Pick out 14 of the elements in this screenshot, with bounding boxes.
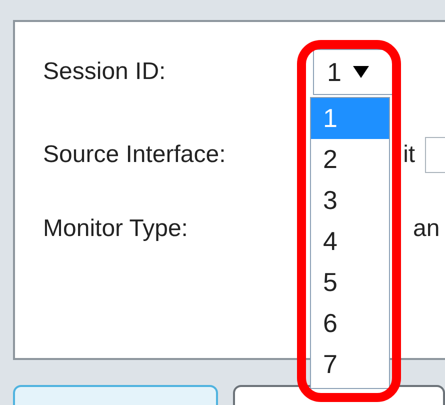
dropdown-option[interactable]: 3 (311, 180, 389, 221)
dropdown-option[interactable]: 6 (311, 303, 389, 344)
input-field[interactable] (425, 137, 445, 173)
partial-value: it (403, 140, 416, 170)
dropdown-option[interactable]: 7 (311, 344, 389, 385)
field-label: Session ID: (43, 57, 167, 87)
caret-icon (353, 66, 370, 78)
partial-value: an (413, 214, 440, 244)
dropdown-option[interactable]: 2 (311, 139, 389, 180)
field-label: Monitor Type: (43, 214, 189, 244)
dropdown-option[interactable]: 4 (311, 221, 389, 262)
dropdown-option[interactable]: 5 (311, 262, 389, 303)
session-select[interactable]: 1 (313, 49, 393, 95)
field-label: Source Interface: (43, 140, 227, 170)
